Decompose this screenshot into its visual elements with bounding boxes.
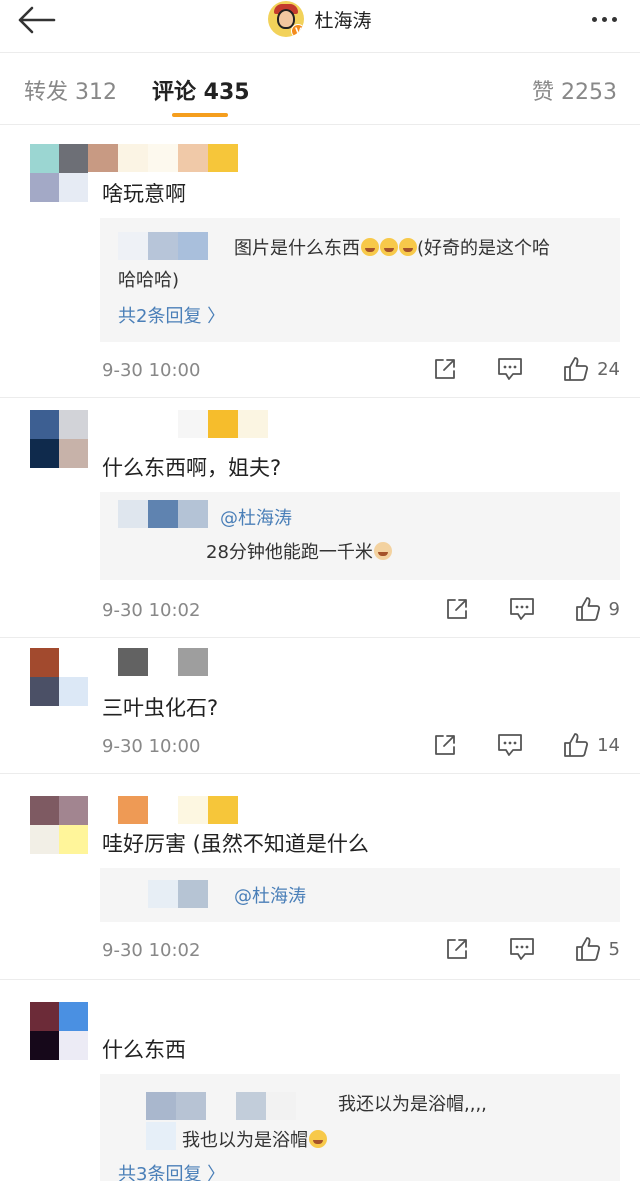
reply-author[interactable] xyxy=(148,880,208,908)
header-avatar[interactable]: V xyxy=(268,1,305,37)
commenter-name[interactable] xyxy=(118,796,238,824)
like-button[interactable]: 24 xyxy=(563,356,620,382)
share-icon xyxy=(435,359,455,379)
like-button[interactable]: 14 xyxy=(563,732,620,758)
comment-icon xyxy=(509,598,534,620)
comment-text: 什么东西 xyxy=(102,1038,186,1062)
comment-item: 什么东西 我还以为是浴帽,,,, 我也以为是浴帽 共3条回复 〉 xyxy=(0,980,640,1181)
verified-badge-icon: V xyxy=(291,24,305,37)
page-title: 杜海涛 xyxy=(314,9,372,32)
more-button[interactable] xyxy=(582,2,626,36)
comment-avatar[interactable] xyxy=(30,648,88,706)
comment-text: 哇好厉害 (虽然不知道是什么 xyxy=(102,832,369,856)
reply-author[interactable] xyxy=(146,1092,206,1120)
comment-item: 哇好厉害 (虽然不知道是什么 @杜海涛 9-30 10:02 5 xyxy=(0,774,640,978)
doge-emoji-icon xyxy=(309,1130,327,1148)
like-count: 24 xyxy=(597,358,620,380)
reply-text: 28分钟他能跑一千米 xyxy=(206,538,392,564)
comment-avatar[interactable] xyxy=(30,1002,88,1060)
reply-box[interactable]: 我还以为是浴帽,,,, 我也以为是浴帽 共3条回复 〉 xyxy=(100,1074,620,1181)
laughing-emoji-icon xyxy=(399,238,417,256)
comment-icon xyxy=(498,358,522,380)
cat-emoji-icon xyxy=(373,542,392,560)
profile-title[interactable]: V 杜海涛 xyxy=(0,0,640,38)
comment-text: 啥玩意啊 xyxy=(102,182,186,206)
reply-mention[interactable]: @杜海涛 xyxy=(234,882,306,908)
comment-time: 9-30 10:02 xyxy=(102,940,201,961)
share-button[interactable] xyxy=(433,733,457,757)
view-replies-link[interactable]: 共2条回复 〉 xyxy=(118,302,225,328)
reply-text: 我还以为是浴帽,,,, xyxy=(338,1094,487,1115)
commenter-name[interactable] xyxy=(178,410,268,438)
reply-box[interactable]: @杜海涛 28分钟他能跑一千米 xyxy=(100,492,620,580)
thumbs-up-icon xyxy=(575,597,600,621)
active-tab-indicator xyxy=(172,113,228,117)
share-icon xyxy=(446,599,467,619)
tab-reposts[interactable]: 转发 312 xyxy=(24,74,117,106)
reply-button[interactable] xyxy=(497,357,523,381)
commenter-name[interactable] xyxy=(88,144,238,172)
comment-actions: 24 xyxy=(393,356,620,382)
comment-avatar[interactable] xyxy=(30,796,88,854)
like-count: 9 xyxy=(608,598,620,620)
like-button[interactable]: 9 xyxy=(575,596,620,622)
comment-text: 三叶虫化石? xyxy=(102,696,219,720)
reply-button[interactable] xyxy=(497,733,523,757)
share-button[interactable] xyxy=(445,937,469,961)
like-count: 5 xyxy=(608,938,620,960)
comment-time: 9-30 10:00 xyxy=(102,360,201,381)
more-dots-icon xyxy=(591,16,597,22)
comment-icon xyxy=(498,734,522,756)
reply-author[interactable] xyxy=(236,1092,296,1120)
comment-time: 9-30 10:00 xyxy=(102,736,201,757)
share-button[interactable] xyxy=(445,597,469,621)
reply-box[interactable]: 图片是什么东西 (好奇的是这个哈 哈哈哈) 共2条回复 〉 xyxy=(100,218,620,342)
share-button[interactable] xyxy=(433,357,457,381)
like-count: 14 xyxy=(597,734,620,756)
reply-button[interactable] xyxy=(509,597,535,621)
like-button[interactable]: 5 xyxy=(575,936,620,962)
comment-avatar[interactable] xyxy=(30,144,88,202)
commenter-name[interactable] xyxy=(118,648,208,676)
comment-text: 什么东西啊，姐夫? xyxy=(102,456,282,480)
laughing-emoji-icon xyxy=(380,238,398,256)
comment-time: 9-30 10:02 xyxy=(102,600,201,621)
thumbs-up-icon xyxy=(564,357,589,381)
comment-actions: 9 xyxy=(405,596,620,622)
reply-author[interactable] xyxy=(118,500,208,528)
thumbs-up-icon xyxy=(564,733,589,757)
top-bar: V 杜海涛 xyxy=(0,0,640,52)
comment-icon xyxy=(509,938,534,960)
reply-mention[interactable]: @杜海涛 xyxy=(220,504,292,530)
comment-avatar[interactable] xyxy=(30,410,88,468)
view-replies-link[interactable]: 共3条回复 〉 xyxy=(118,1160,225,1181)
comment-actions: 14 xyxy=(393,732,620,758)
tab-comments[interactable]: 评论 435 xyxy=(152,74,250,106)
reply-author[interactable] xyxy=(146,1122,176,1150)
comment-item: 什么东西啊，姐夫? @杜海涛 28分钟他能跑一千米 9-30 10:02 9 xyxy=(0,398,640,636)
tab-likes[interactable]: 赞 2253 xyxy=(532,74,617,106)
comment-item: 三叶虫化石? 9-30 10:00 14 xyxy=(0,638,640,772)
reply-text: 我也以为是浴帽 xyxy=(182,1126,327,1152)
share-icon xyxy=(446,939,467,959)
reply-text: 图片是什么东西 (好奇的是这个哈 xyxy=(234,238,551,259)
laughing-emoji-icon xyxy=(361,238,379,256)
tab-bar: 转发 312 评论 435 赞 2253 xyxy=(0,52,640,124)
reply-box[interactable]: @杜海涛 xyxy=(100,868,620,922)
reply-text-continued: 哈哈哈) xyxy=(118,270,180,291)
comment-actions: 5 xyxy=(405,936,620,962)
reply-button[interactable] xyxy=(509,937,535,961)
thumbs-up-icon xyxy=(575,937,600,961)
comment-item: 啥玩意啊 图片是什么东西 (好奇的是这个哈 哈哈哈) 共2条回复 〉 9-30 1… xyxy=(0,124,640,396)
reply-author[interactable] xyxy=(118,232,208,260)
share-icon xyxy=(435,735,455,755)
